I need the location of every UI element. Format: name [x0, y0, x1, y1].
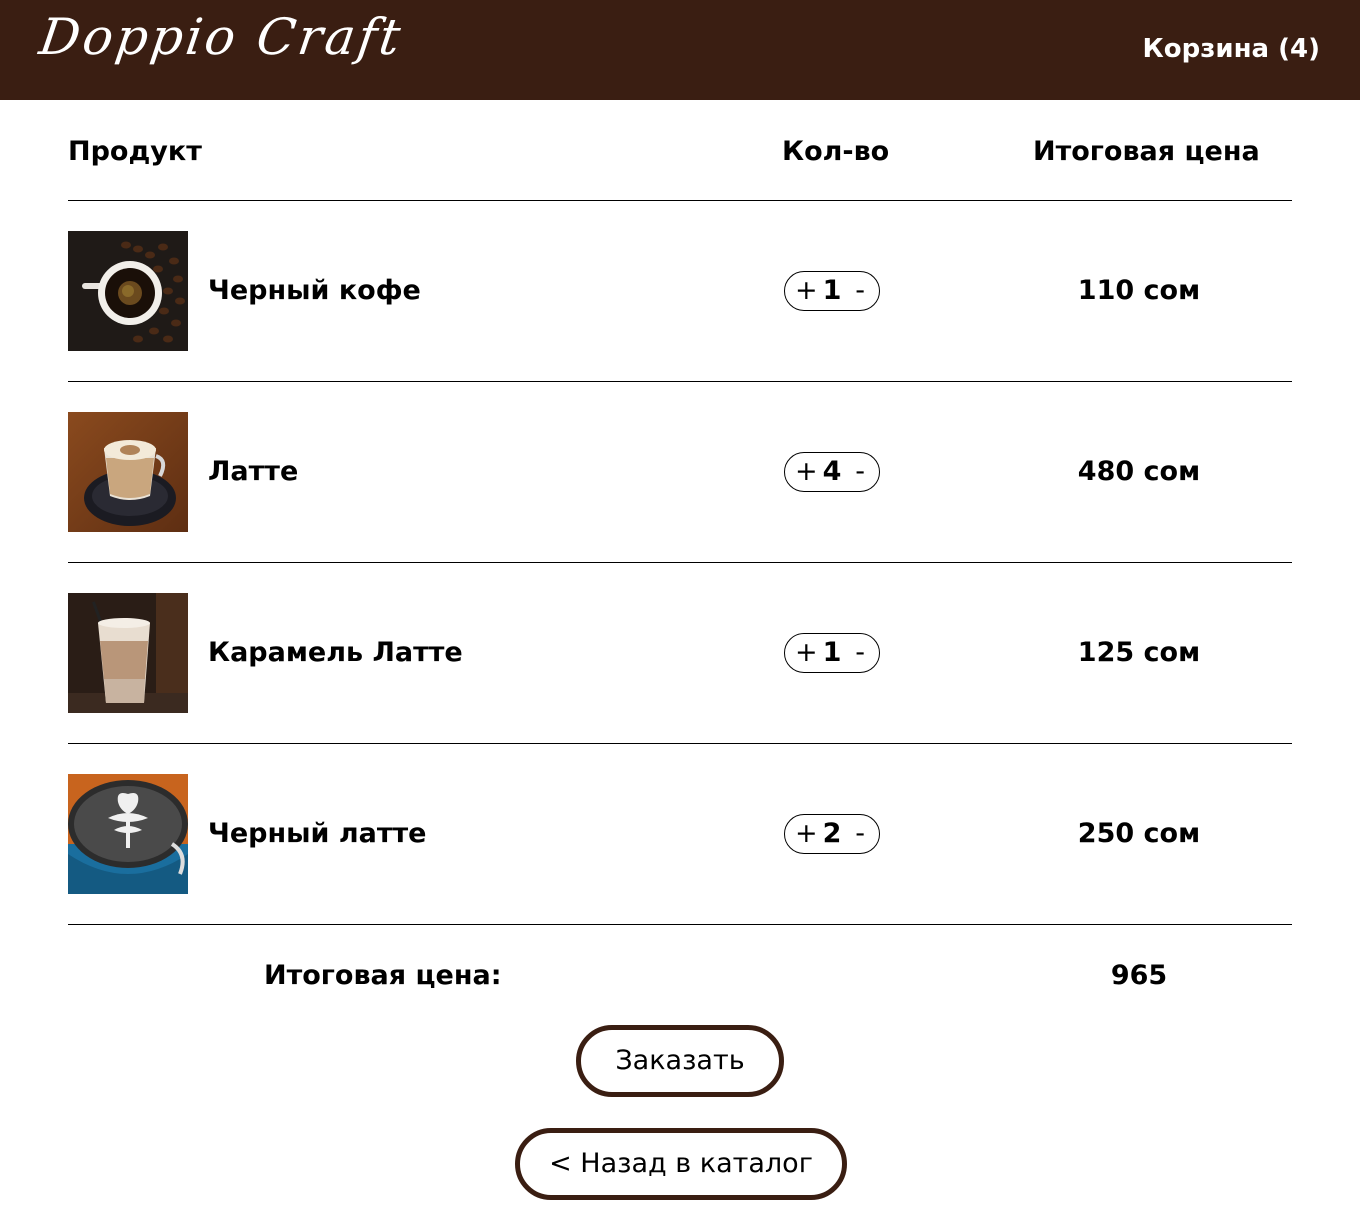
item-total-price: 250 сом: [1077, 818, 1201, 849]
divider: [68, 200, 1292, 201]
black-coffee-image: [68, 231, 188, 351]
product-name: Черный кофе: [208, 275, 421, 306]
caramel-latte-image: [68, 593, 188, 713]
divider: [68, 743, 1292, 744]
cart-row: Черный латте + 2 - 250 сом: [68, 774, 1292, 894]
column-header-quantity: Кол-во: [782, 136, 890, 167]
column-header-total-price: Итоговая цена: [1033, 136, 1260, 167]
item-total-price: 480 сом: [1077, 456, 1201, 487]
item-total-price: 110 сом: [1077, 275, 1201, 306]
cart-row: Карамель Латте + 1 - 125 сом: [68, 593, 1292, 713]
decrease-button[interactable]: -: [855, 819, 865, 849]
cart-link[interactable]: Корзина (4): [1143, 34, 1320, 64]
back-to-catalog-button[interactable]: < Назад в каталог: [515, 1128, 847, 1200]
cart-row: Латте + 4 - 480 сом: [68, 412, 1292, 532]
column-header-product: Продукт: [68, 136, 202, 167]
latte-image: [68, 412, 188, 532]
logo[interactable]: Doppio Craft: [36, 8, 407, 66]
black-latte-image: [68, 774, 188, 894]
quantity-stepper: + 2 -: [784, 814, 880, 854]
site-header: Doppio Craft Корзина (4): [0, 0, 1360, 100]
product-name: Латте: [208, 456, 299, 487]
divider: [68, 562, 1292, 563]
quantity-stepper: + 1 -: [784, 633, 880, 673]
order-button[interactable]: Заказать: [576, 1025, 784, 1097]
decrease-button[interactable]: -: [855, 638, 865, 668]
decrease-button[interactable]: -: [855, 457, 865, 487]
decrease-button[interactable]: -: [855, 276, 865, 306]
quantity-stepper: + 4 -: [784, 452, 880, 492]
grand-total-value: 965: [1110, 960, 1168, 991]
cart-row: Черный кофе + 1 - 110 сом: [68, 231, 1292, 351]
quantity-stepper: + 1 -: [784, 271, 880, 311]
grand-total-label: Итоговая цена:: [264, 960, 502, 991]
product-name: Черный латте: [208, 818, 427, 849]
item-total-price: 125 сом: [1077, 637, 1201, 668]
product-name: Карамель Латте: [208, 637, 463, 668]
divider: [68, 381, 1292, 382]
divider: [68, 924, 1292, 925]
